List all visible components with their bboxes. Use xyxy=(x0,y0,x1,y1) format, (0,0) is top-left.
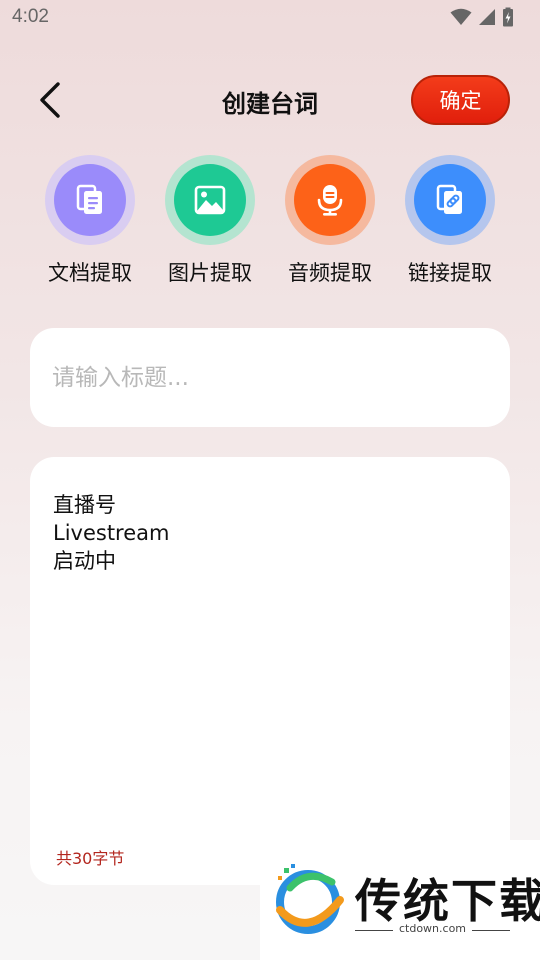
content-card: 直播号 Livestream 启动中 共30字节 xyxy=(30,457,510,885)
tool-icon-circle xyxy=(174,164,246,236)
status-icons xyxy=(450,7,514,27)
tool-label: 文档提取 xyxy=(48,261,132,285)
tool-icon-circle xyxy=(54,164,126,236)
content-line: 启动中 xyxy=(53,549,116,573)
script-content-textarea[interactable]: 直播号 Livestream 启动中 xyxy=(53,491,493,575)
tool-icon-ring xyxy=(405,155,495,245)
image-icon xyxy=(194,185,226,215)
tool-label: 音频提取 xyxy=(288,261,372,285)
tool-icon-ring xyxy=(285,155,375,245)
tool-label: 图片提取 xyxy=(168,261,252,285)
content-line: Livestream xyxy=(53,521,170,545)
extraction-tools: 文档提取 图片提取 音频提取 链接提取 xyxy=(0,155,540,295)
character-count: 共30字节 xyxy=(56,849,125,868)
tool-audio-extract[interactable]: 音频提取 xyxy=(280,155,380,287)
watermark-url: ctdown.com xyxy=(398,922,467,935)
microphone-icon xyxy=(317,185,343,216)
title-card xyxy=(30,328,510,427)
battery-icon xyxy=(503,7,513,27)
status-bar: 4:02 xyxy=(0,0,540,36)
tool-icon-circle xyxy=(294,164,366,236)
tool-icon-ring xyxy=(165,155,255,245)
tool-link-extract[interactable]: 链接提取 xyxy=(400,155,500,287)
cellular-signal-icon xyxy=(479,9,495,25)
divider xyxy=(472,930,510,931)
title-input[interactable] xyxy=(52,358,488,398)
ctdown-logo xyxy=(276,864,344,934)
tool-icon-ring xyxy=(45,155,135,245)
status-time: 4:02 xyxy=(12,6,49,27)
tool-label: 链接提取 xyxy=(408,261,492,285)
content-line: 直播号 xyxy=(53,493,116,517)
watermark: 传统下载 ctdown.com xyxy=(260,840,540,960)
wifi-icon xyxy=(450,8,472,25)
document-icon xyxy=(76,184,102,214)
tool-icon-circle xyxy=(414,164,486,236)
confirm-button[interactable]: 确定 xyxy=(411,75,510,125)
tool-image-extract[interactable]: 图片提取 xyxy=(160,155,260,287)
link-icon xyxy=(436,184,462,214)
tool-document-extract[interactable]: 文档提取 xyxy=(40,155,140,287)
